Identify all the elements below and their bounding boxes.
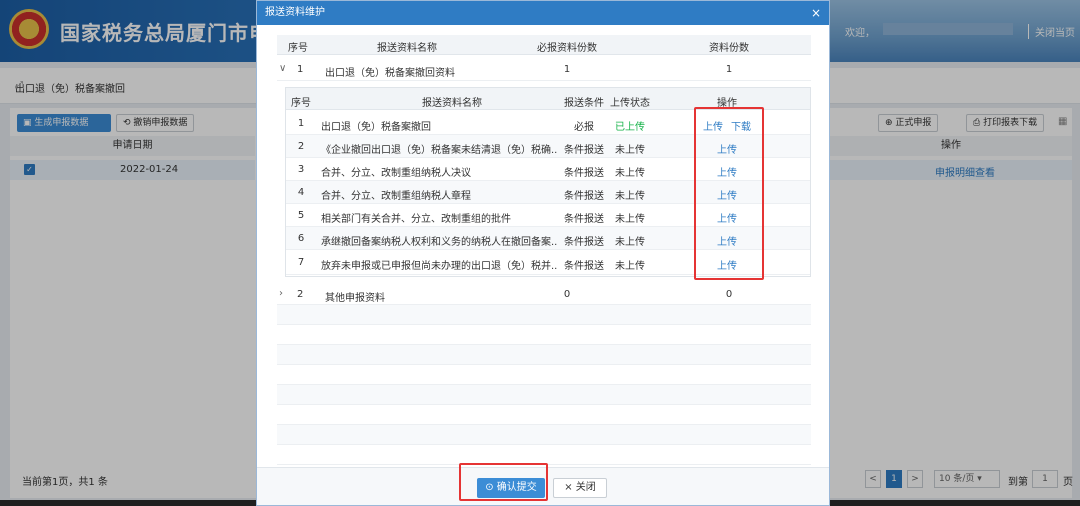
row-name: 放弃未申报或已申报但尚未办理的出口退（免）税并... — [321, 261, 557, 272]
row-cond: 必报 — [574, 122, 594, 133]
group-name: 其他申报资料 — [325, 293, 385, 304]
row-no: 6 — [297, 233, 305, 244]
row-status: 未上传 — [615, 168, 645, 179]
row-status: 未上传 — [615, 214, 645, 225]
close-dialog-label: 关闭 — [575, 482, 596, 493]
empty-row — [277, 445, 811, 465]
row-status: 已上传 — [615, 122, 645, 133]
row-cond: 条件报送 — [564, 168, 604, 179]
row-status: 未上传 — [615, 237, 645, 248]
row-cond: 条件报送 — [564, 237, 604, 248]
operation-highlight — [694, 107, 764, 280]
empty-row — [277, 385, 811, 405]
row-no: 3 — [297, 164, 305, 175]
group-name: 出口退（免）税备案撤回资料 — [325, 68, 455, 79]
row-name: 合并、分立、改制重组纳税人决议 — [321, 168, 471, 179]
row-status: 未上传 — [615, 261, 645, 272]
row-name: 相关部门有关合并、分立、改制重组的批件 — [321, 214, 511, 225]
row-status: 未上传 — [615, 191, 645, 202]
close-dialog-button[interactable]: × 关闭 — [553, 478, 607, 498]
empty-row — [277, 325, 811, 345]
row-status: 未上传 — [615, 145, 645, 156]
row-no: 2 — [297, 141, 305, 152]
col-no: 序号 — [288, 43, 308, 54]
empty-row — [277, 305, 811, 325]
col-name: 报送资料名称 — [377, 43, 437, 54]
group-required: 0 — [563, 289, 571, 300]
inner-col-status: 上传状态 — [610, 98, 650, 109]
row-cond: 条件报送 — [564, 145, 604, 156]
chevron-down-icon[interactable]: ∨ — [279, 63, 286, 74]
row-name: 出口退（免）税备案撤回 — [321, 122, 431, 133]
col-required: 必报资料份数 — [537, 43, 597, 54]
row-name: 合并、分立、改制重组纳税人章程 — [321, 191, 471, 202]
row-no: 7 — [297, 257, 305, 268]
row-name: 《企业撤回出口退（免）税备案未结清退（免）税确... — [321, 145, 557, 156]
close-icon: × — [564, 482, 576, 493]
dialog-header: 报送资料维护 × — [257, 1, 829, 25]
row-no: 5 — [297, 210, 305, 221]
confirm-highlight — [459, 463, 548, 501]
group-no: 2 — [297, 289, 304, 300]
dialog-footer: ⊙ 确认提交 × 关闭 — [257, 463, 829, 505]
submit-materials-dialog: 报送资料维护 × 序号 报送资料名称 必报资料份数 资料份数 ∨ 1 出口退（免… — [256, 0, 830, 506]
row-cond: 条件报送 — [564, 191, 604, 202]
row-cond: 条件报送 — [564, 261, 604, 272]
group-count: 0 — [725, 289, 733, 300]
inner-col-name: 报送资料名称 — [422, 98, 482, 109]
row-cond: 条件报送 — [564, 214, 604, 225]
group-required: 1 — [563, 64, 571, 75]
col-count: 资料份数 — [709, 43, 749, 54]
chevron-right-icon[interactable]: › — [279, 288, 283, 299]
dialog-title: 报送资料维护 — [265, 7, 325, 18]
close-icon[interactable]: × — [811, 1, 821, 25]
inner-col-no: 序号 — [291, 98, 311, 109]
row-no: 4 — [297, 187, 305, 198]
group-count: 1 — [725, 64, 733, 75]
row-no: 1 — [297, 118, 305, 129]
empty-row — [277, 365, 811, 385]
group-no: 1 — [297, 64, 304, 75]
row-name: 承继撤回备案纳税人权利和义务的纳税人在撤回备案... — [321, 237, 557, 248]
inner-col-cond: 报送条件 — [564, 98, 604, 109]
empty-row — [277, 345, 811, 365]
empty-row — [277, 425, 811, 445]
empty-row — [277, 405, 811, 425]
